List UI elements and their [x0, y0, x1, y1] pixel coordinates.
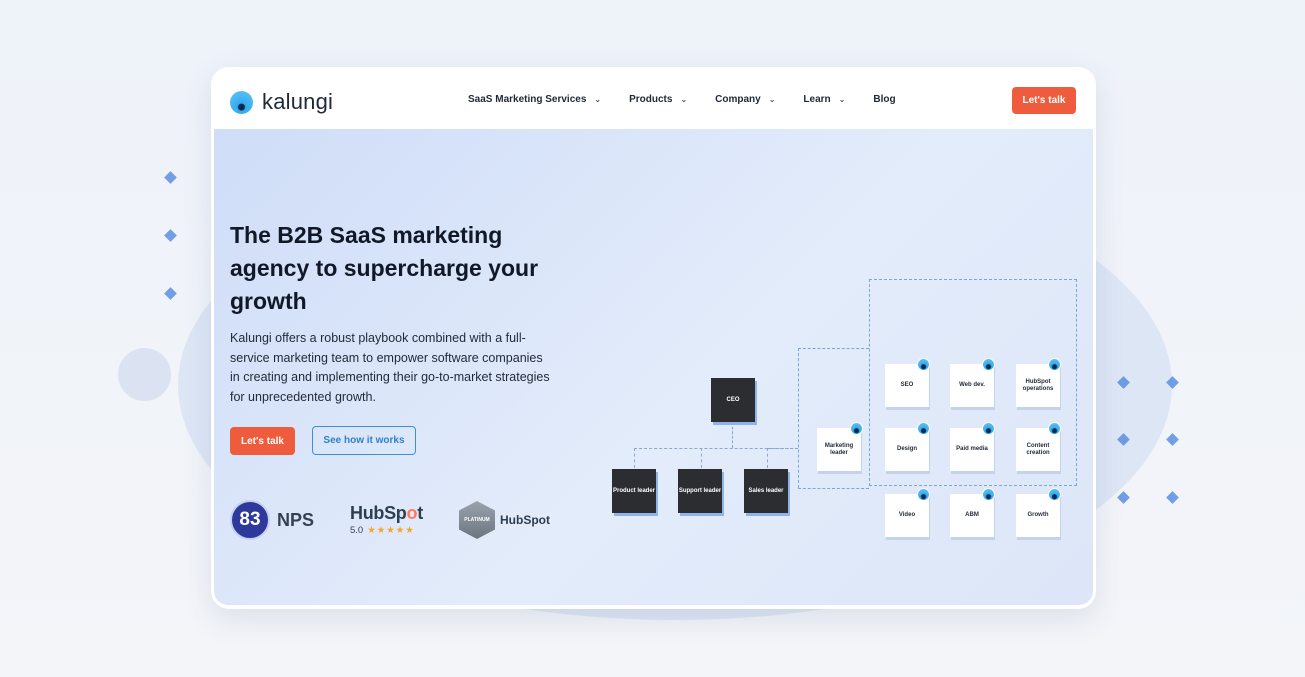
product-leader-box: Product leader	[612, 469, 656, 513]
connector-line	[701, 448, 702, 468]
connector-line	[634, 448, 635, 468]
avatar-dot-icon	[1048, 358, 1061, 371]
connector-line	[798, 488, 869, 489]
decor-diamond	[1117, 491, 1130, 504]
decor-diamond	[164, 171, 177, 184]
background-dot	[118, 348, 171, 401]
brand-name: kalungi	[262, 89, 334, 114]
menu-label: Company	[715, 94, 761, 105]
decor-diamond	[1166, 491, 1179, 504]
sales-leader-box: Sales leader	[744, 469, 788, 513]
lets-talk-button[interactable]: Let's talk	[230, 427, 295, 455]
connector-line	[798, 348, 799, 488]
avatar-dot-icon	[917, 358, 930, 371]
nps-score: 83	[230, 500, 270, 540]
connector-line	[732, 422, 733, 448]
ceo-box: CEO	[711, 378, 755, 422]
decor-diamond	[164, 287, 177, 300]
hubspot-logo-part: HubSp	[350, 503, 407, 523]
chevron-down-icon: ⌄	[768, 95, 776, 104]
menu-item-company[interactable]: Company ⌄	[715, 94, 775, 105]
top-navigation: kalungi SaaS Marketing Services ⌄ Produc…	[211, 67, 1096, 129]
avatar-dot-icon	[1048, 488, 1061, 501]
menu-label: Blog	[873, 94, 896, 105]
hubspot-rating: 5.0 ★★★★★	[350, 525, 423, 536]
menu-label: Products	[629, 94, 673, 105]
avatar-dot-icon	[917, 422, 930, 435]
menu-item-learn[interactable]: Learn ⌄	[803, 94, 845, 105]
menu-label: SaaS Marketing Services	[468, 94, 587, 105]
support-leader-box: Support leader	[678, 469, 722, 513]
main-menu: SaaS Marketing Services ⌄ Products ⌄ Com…	[468, 94, 924, 105]
see-how-it-works-button[interactable]: See how it works	[312, 426, 416, 455]
menu-item-blog[interactable]: Blog	[873, 94, 895, 105]
chevron-down-icon: ⌄	[594, 95, 602, 104]
platinum-hexagon-icon: PLATINUM	[459, 501, 495, 539]
avatar-dot-icon	[982, 488, 995, 501]
star-icons: ★★★★★	[367, 525, 415, 536]
connector-line	[798, 348, 869, 349]
hubspot-logo: HubSpot	[350, 503, 423, 524]
avatar-dot-icon	[850, 422, 863, 435]
hubspot-logo-sprocket: o	[406, 503, 418, 523]
website-frame: kalungi SaaS Marketing Services ⌄ Produc…	[211, 67, 1096, 609]
chevron-down-icon: ⌄	[680, 95, 688, 104]
menu-item-products[interactable]: Products ⌄	[629, 94, 687, 105]
hero-headline: The B2B SaaS marketing agency to superch…	[230, 222, 539, 314]
hubspot-logo-part: t	[417, 503, 423, 523]
menu-item-saas-marketing-services[interactable]: SaaS Marketing Services ⌄	[468, 94, 601, 105]
brand-logo[interactable]: kalungi	[230, 89, 333, 115]
nps-label: NPS	[277, 509, 315, 530]
menu-label: Learn	[803, 94, 831, 105]
avatar-dot-icon	[917, 488, 930, 501]
hubspot-partner-logo: HubSpot	[500, 513, 550, 527]
hubspot-platinum-badge: PLATINUM HubSpot	[459, 501, 550, 539]
decor-diamond	[1166, 433, 1179, 446]
connector-line	[767, 448, 768, 468]
connector-line	[767, 448, 798, 449]
kalungi-logo-icon	[230, 90, 253, 114]
rating-value: 5.0	[350, 525, 364, 536]
hubspot-rating-badge: HubSpot 5.0 ★★★★★	[350, 503, 423, 536]
decor-diamond	[164, 229, 177, 242]
hero-subtext: Kalungi offers a robust playbook combine…	[230, 331, 550, 404]
avatar-dot-icon	[982, 358, 995, 371]
chevron-down-icon: ⌄	[838, 95, 846, 104]
lets-talk-nav-button[interactable]: Let's talk	[1012, 87, 1076, 114]
nps-badge: 83 NPS	[230, 500, 314, 540]
hero-section: The B2B SaaS marketing agency to superch…	[214, 129, 1093, 605]
avatar-dot-icon	[1048, 422, 1061, 435]
avatar-dot-icon	[982, 422, 995, 435]
